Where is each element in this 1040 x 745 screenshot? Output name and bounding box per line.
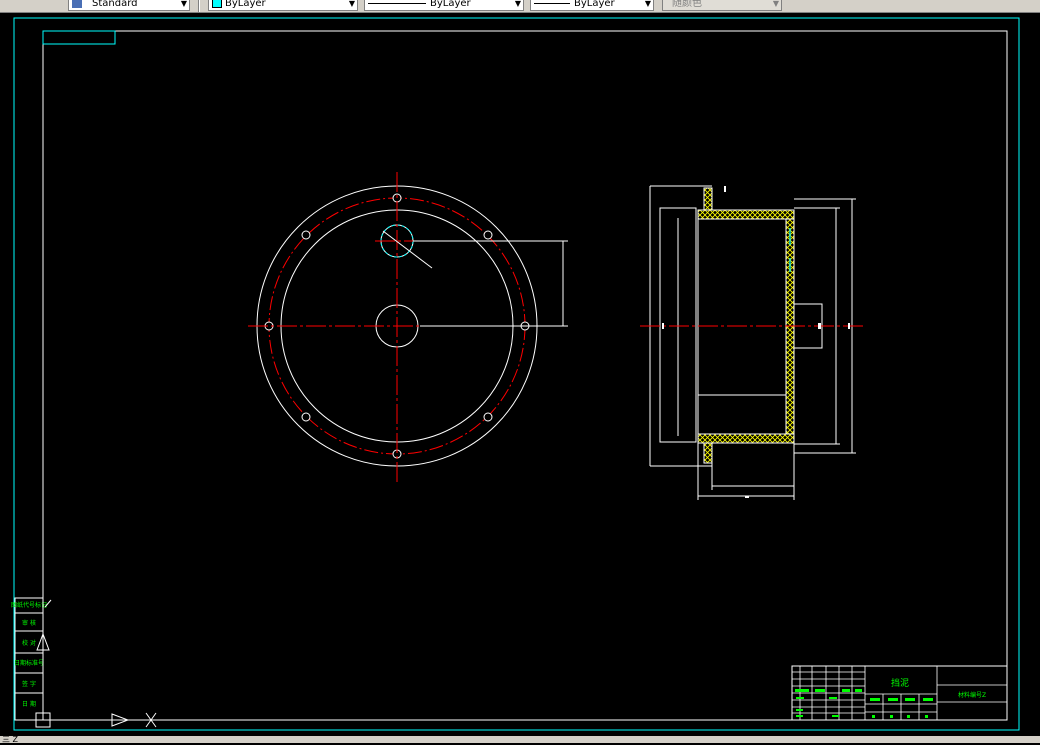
- chevron-down-icon: ▼: [644, 0, 651, 8]
- title-block: 挡泥 材料编号Z: [791, 665, 1008, 721]
- properties-toolbar: Standard ▼ ByLayer ▼ ByLayer ▼ ByLayer ▼ 随颜色…: [0, 0, 1040, 13]
- inner-frame: [42, 30, 1008, 721]
- revision-table: 图纸代号标记 审 核 校 对 日期标准号 签 字 日 期: [11, 597, 47, 721]
- part-name: 挡泥: [891, 677, 909, 689]
- lineweight-preview: [534, 2, 570, 4]
- plot-style-dropdown[interactable]: 随颜色 ▼: [662, 0, 782, 11]
- linetype-preview: [368, 2, 426, 4]
- corner-box: [42, 30, 116, 45]
- top-lip-hatch: [703, 187, 713, 211]
- ucs-icon: [35, 599, 157, 728]
- chevron-down-icon: ▼: [514, 0, 521, 8]
- revision-label-1: 图纸代号标记: [11, 601, 47, 609]
- text-style-icon: [72, 0, 82, 8]
- status-text: 三 Z: [2, 735, 19, 744]
- outer-frame: [13, 17, 1020, 731]
- bottom-flange-hatch: [697, 433, 795, 444]
- chevron-down-icon: ▼: [772, 0, 779, 8]
- lineweight-dropdown[interactable]: ByLayer ▼: [530, 0, 654, 11]
- revision-label-4: 日期标准号: [14, 659, 44, 667]
- dimension-offset: [382, 230, 568, 327]
- front-view: [248, 172, 568, 482]
- chevron-down-icon: ▼: [348, 0, 355, 8]
- layer-color-dropdown[interactable]: ByLayer ▼: [208, 0, 358, 11]
- section-view: [640, 185, 866, 500]
- top-flange-hatch: [697, 209, 795, 220]
- text-style-value: Standard: [92, 0, 138, 9]
- bottom-lip-hatch: [703, 442, 713, 464]
- color-swatch-icon: [212, 0, 222, 8]
- drawing-canvas[interactable]: 图纸代号标记 审 核 校 对 日期标准号 签 字 日 期 挡泥 材料编号Z: [0, 13, 1040, 740]
- plot-style-value: 随颜色: [672, 0, 702, 9]
- lineweight-value: ByLayer: [574, 0, 615, 9]
- chevron-down-icon: ▼: [180, 0, 187, 8]
- centerlines: [248, 172, 548, 482]
- drawing-number: 材料编号Z: [958, 691, 986, 699]
- layer-color-value: ByLayer: [225, 0, 266, 9]
- linetype-value: ByLayer: [430, 0, 471, 9]
- revision-label-5: 签 字: [22, 680, 36, 688]
- revision-label-6: 日 期: [22, 700, 36, 708]
- status-bar: 三 Z: [0, 735, 1040, 744]
- toolbar-separator: [198, 0, 200, 12]
- revision-label-3: 校 对: [22, 639, 36, 647]
- linetype-dropdown[interactable]: ByLayer ▼: [364, 0, 524, 11]
- revision-label-2: 审 核: [22, 619, 36, 627]
- text-style-dropdown[interactable]: Standard ▼: [68, 0, 190, 11]
